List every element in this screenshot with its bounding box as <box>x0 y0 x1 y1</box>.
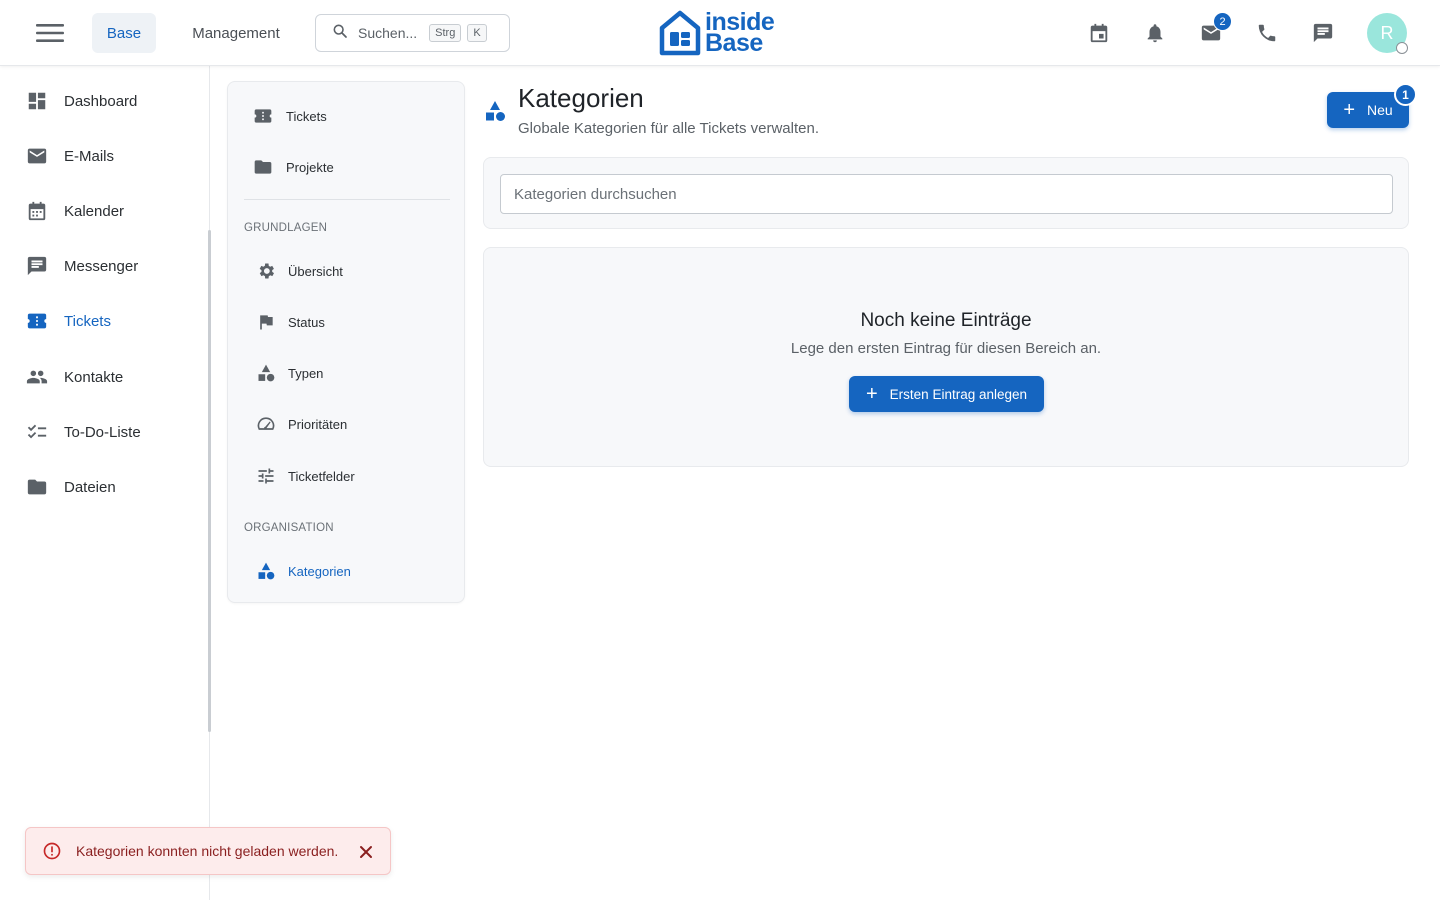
sidebar-item-label: Kalender <box>64 202 125 220</box>
empty-state-title: Noch keine Einträge <box>860 310 1032 331</box>
folder-icon <box>254 160 272 174</box>
subnav-item-kategorien[interactable]: Kategorien <box>228 551 464 591</box>
sidebar-item-dateien[interactable]: Dateien <box>0 464 205 510</box>
search-card <box>483 157 1409 229</box>
calendar-icon <box>28 201 46 221</box>
sidebar-item-label: Tickets <box>64 312 111 330</box>
mail-icon <box>27 148 47 164</box>
subnav-item-ticketfelder[interactable]: Ticketfelder <box>228 456 464 496</box>
dashboard-icon <box>28 92 46 110</box>
flag-icon <box>260 315 273 330</box>
toast-message: Kategorien konnten nicht geladen werden. <box>76 843 339 859</box>
sidebar-item-label: To-Do-Liste <box>64 423 141 441</box>
shapes-icon <box>258 364 275 382</box>
error-icon <box>43 842 61 860</box>
shapes-icon <box>258 562 275 580</box>
new-button-badge: 1 <box>1394 83 1417 106</box>
subnav-item-label: Typen <box>288 365 324 381</box>
ticket-icon <box>254 109 272 123</box>
main-sidebar: Dashboard E-Mails Kalender Messenger Tic… <box>0 66 210 900</box>
app-logo[interactable]: inside Base <box>659 8 775 58</box>
gear-icon <box>259 263 274 279</box>
phone-icon[interactable] <box>1253 19 1281 47</box>
close-icon[interactable] <box>356 842 376 862</box>
sidebar-item-label: E-Mails <box>64 147 115 165</box>
subnav-item-label: Projekte <box>286 159 334 175</box>
global-search[interactable]: Suchen... Strg K <box>315 14 510 52</box>
subnav-item-label: Kategorien <box>288 563 351 579</box>
sliders-icon <box>258 468 274 484</box>
folder-icon <box>27 479 47 495</box>
speedometer-icon <box>257 417 275 430</box>
sidebar-item-label: Dateien <box>64 478 116 496</box>
sidebar-item-messenger[interactable]: Messenger <box>0 243 205 289</box>
error-toast: Kategorien konnten nicht geladen werden. <box>25 827 391 875</box>
shortcut-key-k: K <box>467 24 487 42</box>
ticket-icon <box>27 313 47 329</box>
shapes-icon <box>486 101 505 121</box>
logo-house-icon <box>659 10 701 56</box>
section-heading-grundlagen: GRUNDLAGEN <box>244 222 328 234</box>
logo-text-line2: Base <box>705 29 763 57</box>
people-icon <box>26 370 48 384</box>
subnav-item-label: Tickets <box>286 108 327 124</box>
mail-unread-badge: 2 <box>1213 12 1232 31</box>
section-heading-organisation: ORGANISATION <box>244 522 334 534</box>
page-subtitle: Globale Kategorien für alle Tickets verw… <box>518 120 819 137</box>
hamburger-icon[interactable] <box>30 19 70 47</box>
sidebar-item-todo[interactable]: To-Do-Liste <box>0 409 205 455</box>
sidebar-item-tickets[interactable]: Tickets <box>0 298 205 344</box>
new-button-label: Neu <box>1367 102 1393 118</box>
subnav-item-label: Übersicht <box>288 263 343 279</box>
category-search-input[interactable] <box>500 174 1393 214</box>
empty-state-subtitle: Lege den ersten Eintrag für diesen Berei… <box>790 340 1102 357</box>
chat-icon <box>27 256 47 276</box>
empty-state-card: Noch keine Einträge Lege den ersten Eint… <box>483 247 1409 467</box>
sidebar-item-label: Messenger <box>64 257 139 275</box>
search-placeholder: Suchen... <box>358 25 418 41</box>
calendar-icon[interactable] <box>1085 19 1113 47</box>
subnav-item-label: Status <box>288 314 325 330</box>
page-title: Kategorien <box>518 83 644 113</box>
sidebar-item-dashboard[interactable]: Dashboard <box>0 78 205 124</box>
sidebar-item-label: Dashboard <box>64 92 138 110</box>
plus-icon: + <box>1343 99 1355 121</box>
plus-icon: + <box>865 383 878 405</box>
subnav-item-tickets[interactable]: Tickets <box>228 96 464 136</box>
subnav-item-label: Ticketfelder <box>288 468 355 484</box>
sidebar-item-emails[interactable]: E-Mails <box>0 133 205 179</box>
sidebar-item-kontakte[interactable]: Kontakte <box>0 354 205 400</box>
tab-base[interactable]: Base <box>92 13 156 53</box>
sidebar-item-label: Kontakte <box>64 368 124 386</box>
create-first-entry-button[interactable]: + Ersten Eintrag anlegen <box>849 376 1044 412</box>
top-bar: Base Management Suchen... Strg K inside … <box>0 0 1440 66</box>
sidebar-scrollbar[interactable] <box>208 230 211 732</box>
subnav-item-typen[interactable]: Typen <box>228 353 464 393</box>
shortcut-key-strg: Strg <box>429 24 462 42</box>
subnav-divider <box>244 199 450 200</box>
presence-status-indicator <box>1396 42 1408 54</box>
chat-icon[interactable] <box>1309 19 1337 47</box>
subnav-item-uebersicht[interactable]: Übersicht <box>228 251 464 291</box>
sidebar-item-kalender[interactable]: Kalender <box>0 188 205 234</box>
tab-management[interactable]: Management <box>176 13 296 53</box>
subnav-item-prioritaeten[interactable]: Prioritäten <box>228 404 464 444</box>
subnav-item-projekte[interactable]: Projekte <box>228 147 464 187</box>
checklist-icon <box>27 424 47 439</box>
tickets-settings-nav: Tickets Projekte GRUNDLAGEN Übersicht St… <box>227 81 465 603</box>
subnav-item-label: Prioritäten <box>288 416 348 432</box>
bell-icon[interactable] <box>1141 19 1169 47</box>
search-icon <box>332 23 348 44</box>
create-first-entry-label: Ersten Eintrag anlegen <box>889 386 1028 402</box>
subnav-item-status[interactable]: Status <box>228 302 464 342</box>
